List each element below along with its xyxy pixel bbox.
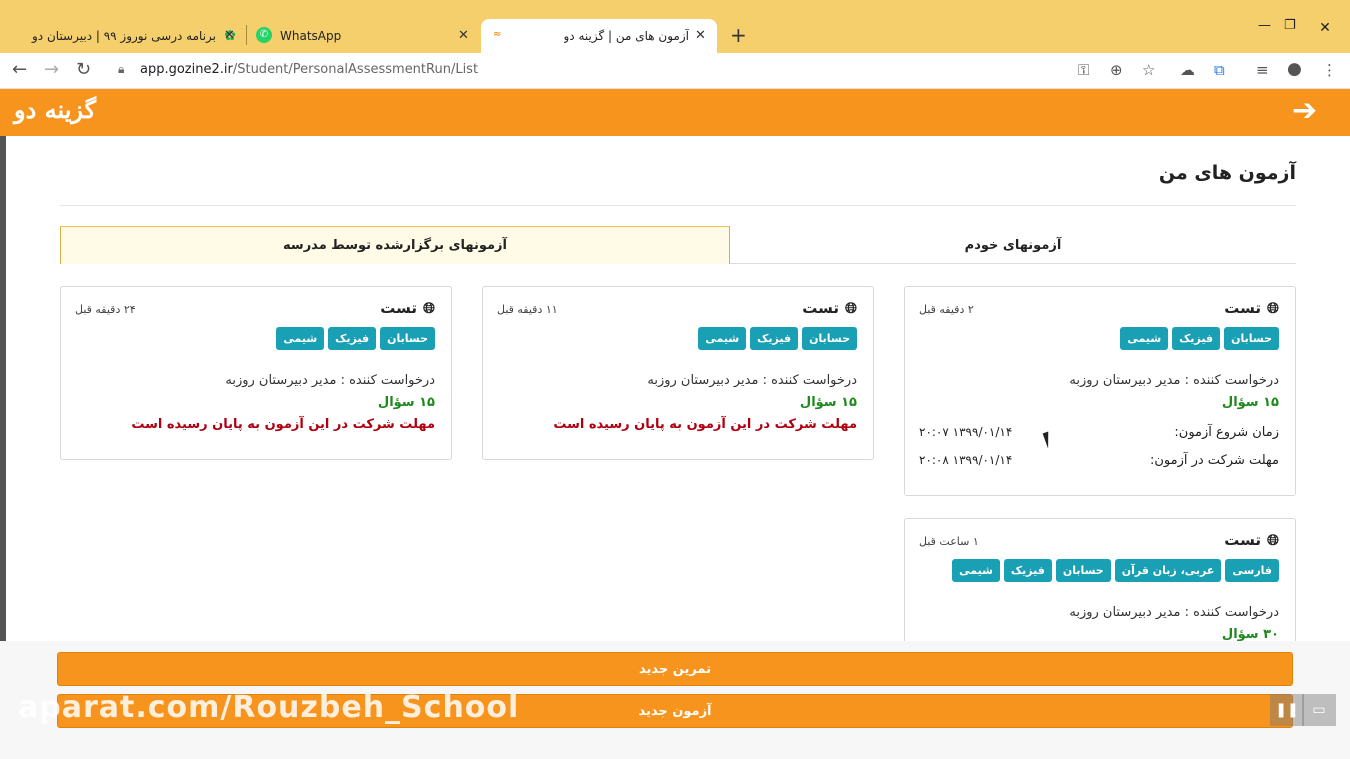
new-practice-button[interactable]: تمرین جدید (57, 652, 1293, 686)
card-title-text: تست (380, 299, 417, 317)
requester: درخواست کننده : مدیر دبیرستان روزبه (1069, 373, 1279, 388)
gozine-favicon-icon: ≈ (493, 29, 502, 40)
start-value: ۱۳۹۹/۰۱/۱۴ ۲۰:۰۷ (919, 425, 1013, 439)
card-title: 🌐︎ تست (1224, 531, 1279, 549)
main-content: آزمون های من آزمونهای خودم آزمونهای برگز… (6, 136, 1350, 641)
time-ago: ۱ ساعت قبل (919, 535, 979, 548)
question-count: ۱۵ سؤال (1221, 395, 1279, 410)
url-domain: app.gozine2.ir (140, 62, 233, 77)
deadline-label: مهلت شرکت در آزمون: (1149, 453, 1279, 468)
requester: درخواست کننده : مدیر دبیرستان روزبه (1069, 605, 1279, 620)
tab-nowruz[interactable]: ✿ برنامه درسی نوروز ۹۹ | دبیرستان دو ✕ (14, 19, 242, 53)
pause-icon[interactable]: ❚❚ (1270, 694, 1304, 726)
url-path: /Student/PersonalAssessmentRun/List (232, 62, 479, 77)
subject-tag: فیزیک (750, 327, 799, 350)
profile-icon[interactable]: ● (1287, 59, 1302, 79)
brand-logo[interactable]: گزینه دو (14, 95, 96, 124)
key-icon[interactable]: ⚿ (1078, 61, 1089, 79)
extension-icon[interactable]: ☁ (1180, 61, 1195, 79)
exam-card[interactable]: 🌐︎ تست ۲۴ دقیقه قبل حسابان فیزیک شیمی در… (60, 286, 452, 460)
tab-gozine[interactable]: ≈ آزمون های من | گزینه دو ✕ (481, 19, 717, 53)
globe-icon: 🌐︎ (1266, 299, 1279, 317)
time-ago: ۲۴ دقیقه قبل (75, 303, 136, 316)
divider (60, 205, 1296, 206)
zoom-icon[interactable]: ⊕ (1110, 61, 1123, 79)
globe-icon: 🌐︎ (422, 299, 435, 317)
requester: درخواست کننده : مدیر دبیرستان روزبه (647, 373, 857, 388)
exam-card[interactable]: 🌐︎ تست ۲ دقیقه قبل حسابان فیزیک شیمی درخ… (904, 286, 1296, 496)
subject-tags: حسابان فیزیک شیمی (276, 327, 435, 350)
card-title-text: تست (1224, 299, 1261, 317)
tab-strip: ✿ برنامه درسی نوروز ۹۹ | دبیرستان دو ✕ ✆… (0, 0, 1350, 53)
card-title: 🌐︎ تست (380, 299, 435, 317)
time-ago: ۲ دقیقه قبل (919, 303, 974, 316)
subject-tag: عربی، زبان قرآن (1114, 559, 1222, 582)
subject-tags: حسابان فیزیک شیمی (698, 327, 857, 350)
subject-tag: حسابان (1055, 559, 1111, 582)
restore-icon[interactable]: ❐ (1284, 18, 1296, 33)
tab-my-exams[interactable]: آزمونهای خودم (730, 226, 1296, 264)
card-title-text: تست (802, 299, 839, 317)
tab-title: WhatsApp (280, 29, 342, 43)
new-tab-button[interactable]: + (730, 23, 747, 47)
close-icon[interactable]: ✕ (458, 28, 469, 43)
app-header: گزینه دو ➔ (0, 89, 1350, 136)
watermark: aparat.com/Rouzbeh_School (18, 690, 520, 725)
exam-card[interactable]: 🌐︎ تست ۱۱ دقیقه قبل حسابان فیزیک شیمی در… (482, 286, 874, 460)
expired-status: مهلت شرکت در این آزمون به پایان رسیده اس… (131, 417, 435, 432)
exam-tabs: آزمونهای خودم آزمونهای برگزارشده توسط مد… (60, 226, 1296, 264)
question-count: ۱۵ سؤال (377, 395, 435, 410)
subject-tag: فارسی (1225, 559, 1279, 582)
subject-tag: فیزیک (1003, 559, 1052, 582)
translate-icon[interactable]: ⧉ (1214, 61, 1225, 79)
close-icon[interactable]: ✕ (224, 28, 235, 43)
subject-tags: فارسی عربی، زبان قرآن حسابان فیزیک شیمی (952, 559, 1279, 582)
subject-tag: شیمی (698, 327, 747, 350)
globe-icon: 🌐︎ (1266, 531, 1279, 549)
address-bar[interactable]: app.gozine2.ir/Student/PersonalAssessmen… (140, 62, 478, 77)
globe-icon: 🌐︎ (844, 299, 857, 317)
card-title: 🌐︎ تست (802, 299, 857, 317)
forward-icon[interactable]: → (44, 59, 59, 80)
lock-icon: 🔒︎ (118, 62, 125, 76)
tab-whatsapp[interactable]: ✆ WhatsApp ✕ (254, 19, 474, 53)
subject-tags: حسابان فیزیک شیمی (1120, 327, 1279, 350)
start-label: زمان شروع آزمون: (1174, 425, 1279, 440)
browser-window: ✿ برنامه درسی نوروز ۹۹ | دبیرستان دو ✕ ✆… (0, 0, 1350, 759)
subject-tag: حسابان (1224, 327, 1279, 350)
reload-icon[interactable]: ↻ (76, 59, 91, 80)
question-count: ۳۰ سؤال (1221, 627, 1279, 641)
subject-tag: شیمی (276, 327, 325, 350)
card-title-text: تست (1224, 531, 1261, 549)
close-icon[interactable]: ✕ (695, 28, 706, 43)
tab-school-exams[interactable]: آزمونهای برگزارشده توسط مدرسه (60, 226, 730, 264)
address-toolbar: ← → ↻ 🔒︎ app.gozine2.ir/Student/Personal… (0, 53, 1350, 89)
arrow-right-icon[interactable]: ➔ (1292, 93, 1317, 128)
deadline-value: ۱۳۹۹/۰۱/۱۴ ۲۰:۰۸ (919, 453, 1013, 467)
tab-title: برنامه درسی نوروز ۹۹ | دبیرستان دو (32, 29, 216, 43)
pip-icon[interactable]: ▭ (1302, 694, 1336, 726)
back-icon[interactable]: ← (12, 59, 27, 80)
subject-tag: فیزیک (1172, 327, 1221, 350)
subject-tag: حسابان (380, 327, 435, 350)
subject-tag: شیمی (1120, 327, 1169, 350)
subject-tag: شیمی (952, 559, 1000, 582)
window-close-icon[interactable]: ✕ (1300, 14, 1350, 42)
menu-icon[interactable]: ⋮ (1322, 61, 1337, 79)
star-icon[interactable]: ☆ (1142, 61, 1155, 79)
exam-card[interactable]: 🌐︎ تست ۱ ساعت قبل فارسی عربی، زبان قرآن … (904, 518, 1296, 641)
question-count: ۱۵ سؤال (799, 395, 857, 410)
requester: درخواست کننده : مدیر دبیرستان روزبه (225, 373, 435, 388)
minimize-icon[interactable]: — (1258, 18, 1271, 33)
subject-tag: فیزیک (328, 327, 377, 350)
subject-tag: حسابان (802, 327, 857, 350)
card-title: 🌐︎ تست (1224, 299, 1279, 317)
time-ago: ۱۱ دقیقه قبل (497, 303, 558, 316)
media-icon[interactable]: ≡ (1256, 61, 1269, 79)
tab-title: آزمون های من | گزینه دو (563, 29, 690, 43)
page-title: آزمون های من (1158, 162, 1296, 184)
whatsapp-icon: ✆ (256, 27, 272, 43)
expired-status: مهلت شرکت در این آزمون به پایان رسیده اس… (553, 417, 857, 432)
